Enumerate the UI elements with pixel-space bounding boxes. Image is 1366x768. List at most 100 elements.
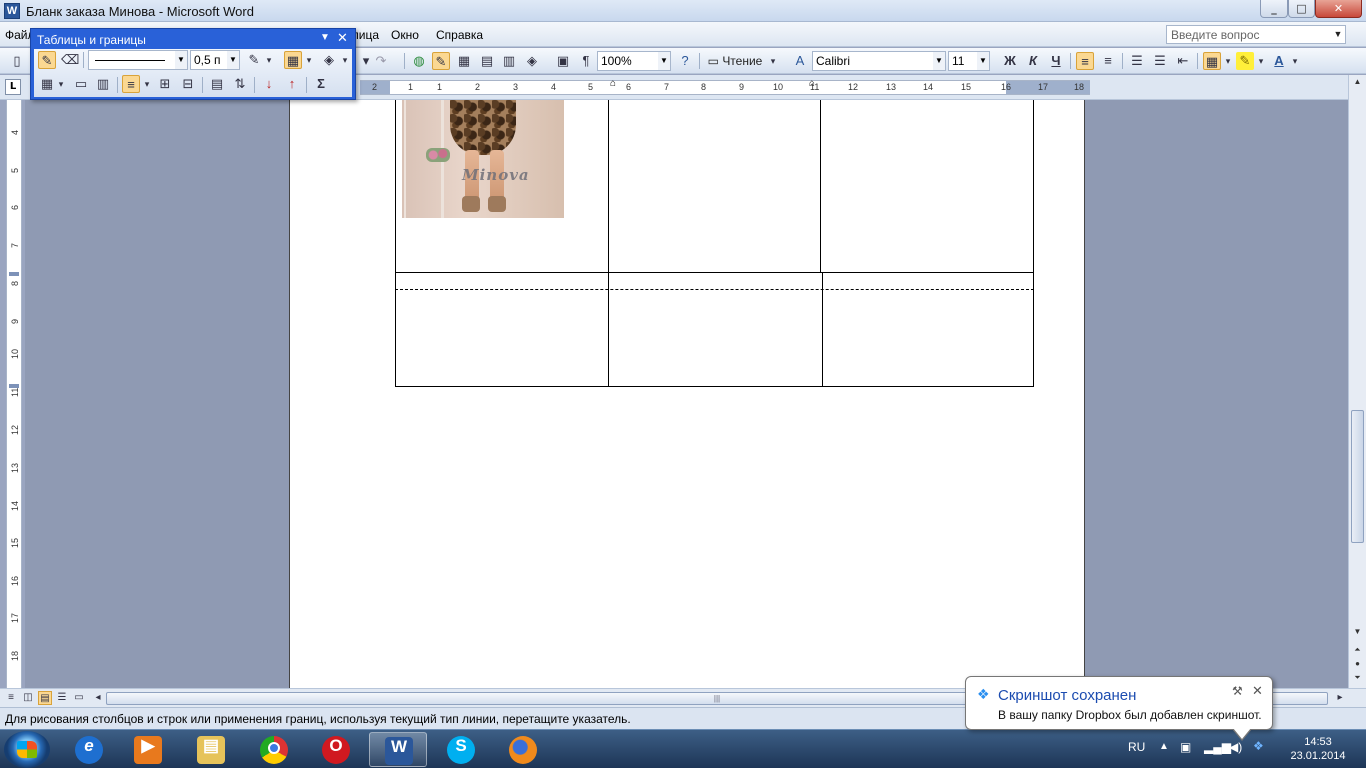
table-border-bottom[interactable] — [395, 386, 1034, 387]
taskbar-skype[interactable]: S — [432, 732, 490, 767]
outline-view-icon[interactable]: ☰ — [55, 691, 69, 705]
borders-dropdown-icon[interactable]: ▾ — [304, 51, 314, 69]
line-weight-select[interactable]: 0,5 п ▼ — [190, 50, 240, 70]
align-center-icon[interactable]: ≡ — [1099, 52, 1117, 70]
highlight-dropdown-icon[interactable]: ▾ — [1256, 52, 1266, 70]
eraser-icon[interactable]: ⌫ — [61, 51, 79, 69]
bullet-list-icon[interactable]: ☰ — [1151, 52, 1169, 70]
sort-descending-icon[interactable]: ↑ — [283, 75, 301, 93]
browse-object-icon[interactable]: ● — [1351, 657, 1364, 670]
insert-table-icon[interactable]: ▦ — [455, 52, 473, 70]
clock[interactable]: 14:53 23.01.2014 — [1288, 735, 1348, 763]
reading-view-icon[interactable]: ▭ — [72, 691, 86, 705]
dropbox-notification[interactable]: ❖ Скриншот сохранен В вашу папку Dropbox… — [965, 676, 1273, 741]
font-color-dropdown-icon[interactable]: ▾ — [1290, 52, 1300, 70]
settings-wrench-icon[interactable]: ⚒ — [1232, 684, 1243, 698]
help-icon[interactable]: ? — [676, 52, 694, 70]
maximize-button[interactable]: □ — [1288, 0, 1315, 18]
italic-button[interactable]: К — [1024, 52, 1042, 70]
table-autoformat-icon[interactable]: ▤ — [208, 75, 226, 93]
columns-icon[interactable]: ▥ — [500, 52, 518, 70]
distribute-columns-icon[interactable]: ⊟ — [179, 75, 197, 93]
font-name-select[interactable]: Calibri ▼ — [812, 51, 946, 71]
volume-icon[interactable]: ◀) — [1229, 740, 1242, 754]
help-question-input[interactable]: Введите вопрос ▼ — [1166, 25, 1346, 44]
dropbox-tray-icon[interactable]: ❖ — [1253, 739, 1264, 753]
taskbar-opera[interactable]: O — [307, 732, 365, 767]
taskbar-firefox[interactable] — [494, 732, 552, 767]
redo-icon[interactable]: ↷ — [372, 52, 390, 70]
scroll-right-icon[interactable]: ▸ — [1333, 691, 1347, 705]
border-color-dropdown-icon[interactable]: ▾ — [264, 51, 274, 69]
font-size-select[interactable]: 11 ▼ — [948, 51, 990, 71]
borders-icon[interactable]: ▦ — [1203, 52, 1221, 70]
insert-excel-icon[interactable]: ▤ — [478, 52, 496, 70]
chevron-down-icon[interactable]: ▼ — [175, 51, 187, 69]
taskbar-chrome[interactable] — [245, 732, 303, 767]
bold-button[interactable]: Ж — [1001, 52, 1019, 70]
indent-marker-icon[interactable]: ⌂ — [610, 78, 616, 89]
taskbar-internet-explorer[interactable]: e — [60, 732, 118, 767]
table-border-right[interactable] — [1033, 100, 1034, 387]
table-border-col1[interactable] — [608, 100, 609, 387]
close-notification-icon[interactable]: ✕ — [1252, 683, 1263, 699]
borders-dropdown-icon[interactable]: ▾ — [1223, 52, 1233, 70]
product-photo[interactable]: Minova — [402, 100, 564, 218]
zoom-select[interactable]: 100% ▼ — [597, 51, 671, 71]
line-style-select[interactable]: ▼ — [88, 50, 188, 70]
previous-page-icon[interactable]: ⏶ — [1351, 643, 1364, 656]
tables-borders-icon[interactable]: ✎ — [432, 52, 450, 70]
vertical-ruler-marker[interactable] — [9, 272, 19, 276]
hyperlink-icon[interactable]: ◍ — [410, 52, 428, 70]
chevron-down-icon[interactable]: ▼ — [227, 51, 239, 69]
network-signal-icon[interactable]: ▂▄▆ — [1204, 740, 1231, 754]
scroll-up-icon[interactable]: ▲ — [1351, 75, 1364, 88]
text-direction-icon[interactable]: ⇅ — [231, 75, 249, 93]
distribute-rows-icon[interactable]: ⊞ — [156, 75, 174, 93]
scrollbar-thumb[interactable] — [1351, 410, 1364, 543]
align-left-icon[interactable]: ≡ — [1076, 52, 1094, 70]
toolbar-options-icon[interactable]: ▾ — [767, 52, 779, 70]
table-border-row[interactable] — [395, 272, 1034, 273]
insert-table-icon[interactable]: ▦ — [38, 75, 56, 93]
close-toolbar-icon[interactable]: ✕ — [337, 31, 348, 46]
toolbar-options-icon[interactable]: ▼ — [320, 32, 330, 43]
borders-icon[interactable]: ▦ — [284, 51, 302, 69]
start-button[interactable] — [4, 731, 50, 768]
table-border-left[interactable] — [395, 100, 396, 387]
autosum-icon[interactable]: Σ — [312, 75, 330, 93]
vertical-scrollbar[interactable]: ▲ ▼ ⏶ ● ⏷ — [1348, 75, 1366, 688]
minimize-button[interactable]: _ — [1260, 0, 1288, 18]
scroll-down-icon[interactable]: ▼ — [1351, 625, 1364, 638]
document-map-icon[interactable]: ▣ — [554, 52, 572, 70]
scroll-left-icon[interactable]: ◂ — [91, 691, 105, 705]
cell-alignment-icon[interactable]: ≡ — [122, 75, 140, 93]
language-indicator[interactable]: RU — [1128, 740, 1145, 754]
split-cells-icon[interactable]: ▥ — [94, 75, 112, 93]
taskbar-media-player[interactable]: ▶ — [119, 732, 177, 767]
drawing-icon[interactable]: ◈ — [523, 52, 541, 70]
shading-dropdown-icon[interactable]: ▾ — [340, 51, 350, 69]
shading-color-icon[interactable]: ◈ — [320, 51, 338, 69]
close-button[interactable]: ✕ — [1315, 0, 1362, 18]
taskbar-word[interactable]: W — [369, 732, 427, 767]
numbered-list-icon[interactable]: ☰ — [1128, 52, 1146, 70]
menu-help[interactable]: Справка — [436, 28, 483, 42]
tab-selector[interactable]: L — [5, 79, 21, 95]
reading-mode-button[interactable]: ▭ Чтение — [704, 51, 766, 71]
chevron-down-icon[interactable]: ▼ — [658, 52, 670, 70]
print-layout-icon[interactable]: ▤ — [38, 691, 52, 705]
show-hidden-icons-icon[interactable]: ▲ — [1159, 741, 1169, 752]
table-border-col2-row2[interactable] — [822, 273, 823, 387]
action-center-icon[interactable]: ▣ — [1180, 740, 1191, 754]
table-border-col2-row1[interactable] — [820, 100, 821, 273]
taskbar-file-explorer[interactable]: ▤ — [182, 732, 240, 767]
vertical-ruler[interactable]: 4 5 6 7 8 9 10 11 12 13 14 15 16 17 18 — [6, 100, 22, 688]
merge-cells-icon[interactable]: ▭ — [72, 75, 90, 93]
column-marker-icon[interactable]: ⌂ — [809, 78, 815, 89]
menu-window[interactable]: Окно — [391, 28, 419, 42]
pilcrow-icon[interactable]: ¶ — [577, 52, 595, 70]
decrease-indent-icon[interactable]: ⇤ — [1174, 52, 1192, 70]
styles-icon[interactable]: A — [791, 52, 809, 70]
document-area[interactable]: Minova — [25, 100, 1348, 688]
